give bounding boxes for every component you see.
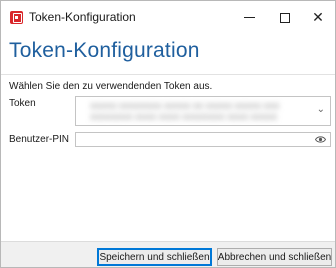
instruction-text: Wählen Sie den zu verwendenden Token aus… bbox=[9, 81, 213, 92]
dialog-window: Token-Konfiguration ✕ Token-Konfiguratio… bbox=[0, 0, 336, 268]
token-app-icon bbox=[10, 11, 23, 24]
pin-field[interactable] bbox=[75, 132, 331, 147]
maximize-button[interactable] bbox=[267, 1, 303, 34]
page-title: Token-Konfiguration bbox=[9, 39, 200, 62]
header-divider bbox=[1, 74, 335, 75]
save-and-close-button[interactable]: Speichern und schließen bbox=[97, 248, 212, 266]
token-label: Token bbox=[9, 98, 36, 109]
close-button[interactable]: ✕ bbox=[300, 1, 335, 34]
close-icon: ✕ bbox=[312, 9, 324, 26]
token-value-line-1: XXXXX XXXXXXXX XXXXX XX XXXXX XXXXX XXX bbox=[90, 102, 280, 111]
token-selected-value: XXXXX XXXXXXXX XXXXX XX XXXXX XXXXX XXX … bbox=[90, 101, 300, 123]
minimize-icon bbox=[243, 17, 255, 18]
token-value-line-2: XXXXXXXX XXXX XXXX XXXXXXXX XXXX XXXXX bbox=[90, 113, 278, 122]
minimize-button[interactable] bbox=[231, 1, 267, 34]
token-select[interactable]: XXXXX XXXXXXXX XXXXX XX XXXXX XXXXX XXX … bbox=[75, 96, 331, 126]
pin-input[interactable] bbox=[76, 133, 312, 146]
maximize-icon bbox=[280, 12, 290, 23]
button-bar: Speichern und schließen Abbrechen und sc… bbox=[1, 241, 335, 267]
title-bar[interactable]: Token-Konfiguration ✕ bbox=[1, 1, 335, 34]
eye-icon[interactable] bbox=[315, 135, 326, 144]
pin-label: Benutzer-PIN bbox=[9, 134, 70, 145]
cancel-and-close-button[interactable]: Abbrechen und schließen bbox=[217, 248, 332, 266]
chevron-down-icon: ⌄ bbox=[316, 104, 325, 115]
window-title: Token-Konfiguration bbox=[29, 10, 136, 24]
